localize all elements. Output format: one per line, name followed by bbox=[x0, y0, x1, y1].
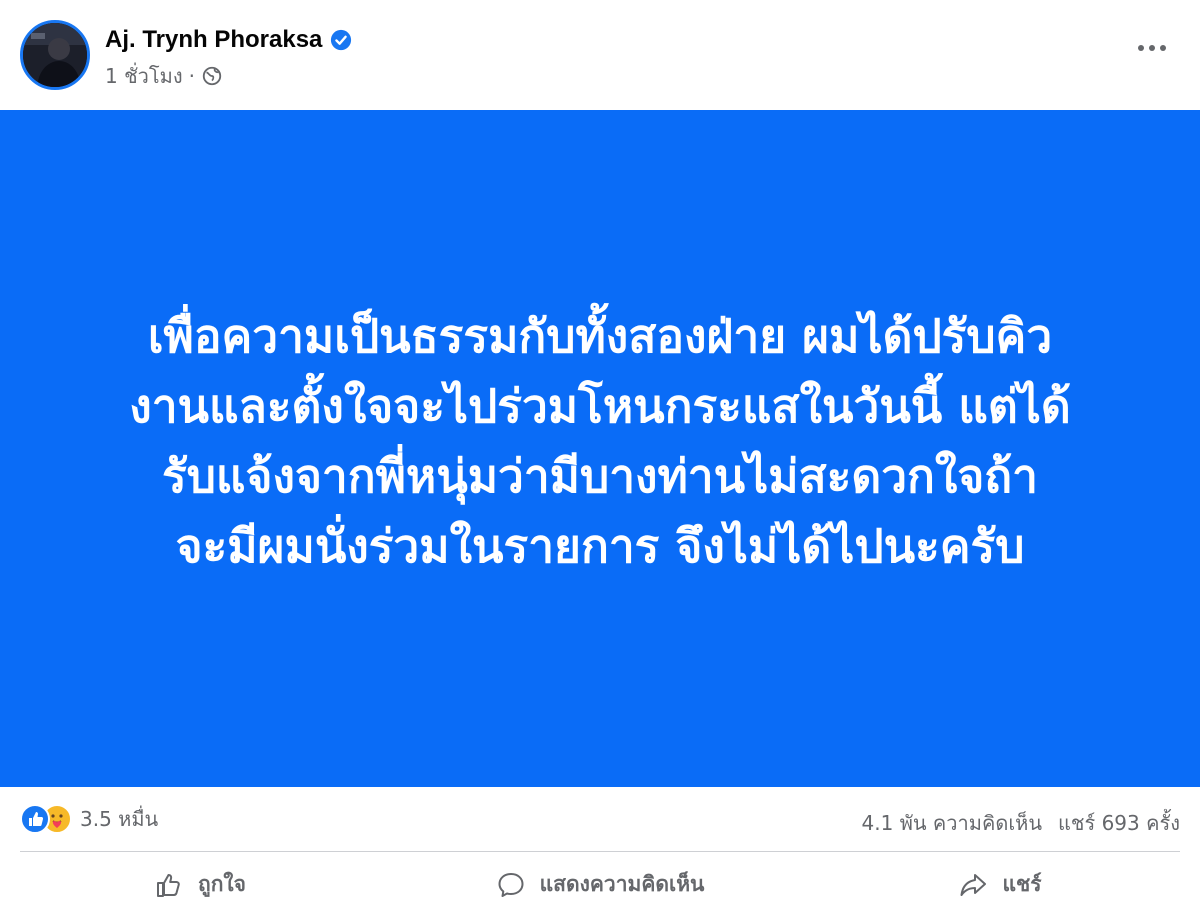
more-dot bbox=[1138, 45, 1144, 51]
post-text: เพื่อความเป็นธรรมกับทั้งสองฝ่าย ผมได้ปรั… bbox=[129, 308, 1071, 573]
post-stats: 3.5 หมื่น 4.1 พัน ความคิดเห็น แชร์ 693 ค… bbox=[0, 787, 1200, 851]
author-name[interactable]: Aj. Trynh Phoraksa bbox=[105, 26, 322, 54]
share-label: แชร์ bbox=[1002, 872, 1042, 896]
reaction-count: 3.5 หมื่น bbox=[80, 807, 159, 831]
like-button[interactable]: ถูกใจ bbox=[0, 852, 400, 917]
post-header: Aj. Trynh Phoraksa 1 ชั่วโมง · bbox=[0, 0, 1200, 110]
share-button[interactable]: แชร์ bbox=[800, 852, 1200, 917]
comment-count[interactable]: 4.1 พัน ความคิดเห็น bbox=[862, 807, 1042, 839]
share-count[interactable]: แชร์ 693 ครั้ง bbox=[1058, 807, 1180, 839]
author-row: Aj. Trynh Phoraksa bbox=[105, 26, 352, 54]
globe-icon[interactable] bbox=[201, 65, 223, 87]
avatar-photo bbox=[23, 23, 87, 87]
comment-button[interactable]: แสดงความคิดเห็น bbox=[400, 852, 800, 917]
action-bar: ถูกใจ แสดงความคิดเห็น แชร์ bbox=[0, 852, 1200, 917]
author-avatar[interactable] bbox=[20, 20, 90, 90]
like-reaction-icon bbox=[20, 804, 50, 834]
more-dot bbox=[1160, 45, 1166, 51]
like-label: ถูกใจ bbox=[198, 872, 246, 896]
comment-label: แสดงความคิดเห็น bbox=[539, 872, 705, 896]
thumbs-up-icon bbox=[157, 873, 180, 897]
comment-bubble-icon bbox=[498, 872, 524, 897]
reactions-summary[interactable]: 3.5 หมื่น bbox=[20, 803, 158, 835]
meta-separator: · bbox=[188, 64, 195, 88]
more-dot bbox=[1149, 45, 1155, 51]
post-timestamp[interactable]: 1 ชั่วโมง bbox=[105, 60, 183, 92]
like-reaction-glyph bbox=[29, 812, 44, 826]
share-arrow-icon bbox=[960, 873, 987, 896]
more-options-icon[interactable] bbox=[1132, 36, 1172, 60]
verified-badge-icon bbox=[331, 29, 352, 51]
post-meta: 1 ชั่วโมง · bbox=[105, 60, 223, 92]
engagement-counts: 4.1 พัน ความคิดเห็น แชร์ 693 ครั้ง bbox=[862, 807, 1180, 839]
post-background[interactable]: เพื่อความเป็นธรรมกับทั้งสองฝ่าย ผมได้ปรั… bbox=[0, 110, 1200, 787]
